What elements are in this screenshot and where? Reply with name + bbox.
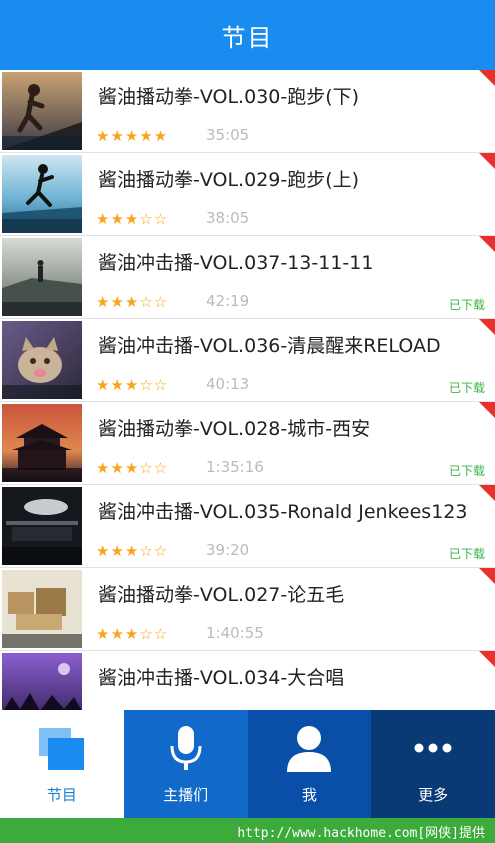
program-title: 酱油播动拳-VOL.028-城市-西安	[98, 418, 371, 440]
rating-stars: ★★★☆☆	[96, 210, 169, 228]
program-title: 酱油播动拳-VOL.029-跑步(上)	[98, 169, 360, 191]
program-title: 酱油冲击播-VOL.037-13-11-11	[98, 252, 374, 274]
downloaded-badge: 已下载	[448, 464, 485, 478]
new-corner-mark	[479, 485, 495, 501]
new-corner-mark	[479, 651, 495, 667]
tab-label: 我	[301, 786, 317, 804]
program-title: 酱油播动拳-VOL.030-跑步(下)	[98, 86, 360, 108]
rating-stars: ★★★☆☆	[96, 293, 169, 311]
tab-label: 节目	[46, 786, 77, 804]
program-title: 酱油冲击播-VOL.034-大合唱	[98, 667, 345, 689]
tab-label: 更多	[418, 786, 449, 804]
tab-label: 主播们	[163, 786, 209, 804]
list-item[interactable]: 酱油冲击播-VOL.035-Ronald Jenkees123 ★★★☆☆ 39…	[0, 485, 495, 568]
tab-more[interactable]: 更多	[371, 710, 495, 818]
list-item[interactable]: 酱油冲击播-VOL.036-清晨醒来RELOAD ★★★☆☆ 40:13 已下载	[0, 319, 495, 402]
programs-icon	[36, 724, 88, 778]
downloaded-badge: 已下载	[448, 381, 485, 395]
page-title: 节目	[221, 23, 274, 52]
program-duration: 40:13	[206, 375, 250, 393]
program-thumbnail	[2, 487, 82, 565]
person-icon	[285, 724, 333, 778]
program-duration: 1:40:55	[206, 624, 264, 642]
list-item[interactable]: 酱油冲击播-VOL.034-大合唱 ★★★☆☆	[0, 651, 495, 710]
new-corner-mark	[479, 568, 495, 584]
tab-programs[interactable]: 节目	[0, 710, 124, 818]
app-header: 节目	[0, 0, 495, 70]
list-item[interactable]: 酱油播动拳-VOL.030-跑步(下) ★★★★★ 35:05	[0, 70, 495, 153]
watermark-url: http://www.hackhome.com[网侠]提供	[237, 826, 485, 841]
downloaded-badge: 已下载	[448, 547, 485, 561]
program-thumbnail	[2, 321, 82, 399]
program-list[interactable]: 酱油播动拳-VOL.030-跑步(下) ★★★★★ 35:05 酱油播动拳-VO…	[0, 70, 495, 710]
tab-me[interactable]: 我	[247, 710, 372, 818]
new-corner-mark	[479, 319, 495, 335]
list-item[interactable]: 酱油冲击播-VOL.037-13-11-11 ★★★☆☆ 42:19 已下载	[0, 236, 495, 319]
program-thumbnail	[2, 72, 82, 150]
program-thumbnail	[2, 570, 82, 648]
new-corner-mark	[479, 402, 495, 418]
program-thumbnail	[2, 238, 82, 316]
program-title: 酱油冲击播-VOL.036-清晨醒来RELOAD	[98, 335, 441, 357]
program-title: 酱油播动拳-VOL.027-论五毛	[98, 584, 345, 606]
program-duration: 1:35:16	[206, 458, 264, 476]
program-duration: 35:05	[206, 126, 250, 144]
list-item[interactable]: 酱油播动拳-VOL.028-城市-西安 ★★★☆☆ 1:35:16 已下载	[0, 402, 495, 485]
new-corner-mark	[479, 153, 495, 169]
list-item[interactable]: 酱油播动拳-VOL.027-论五毛 ★★★☆☆ 1:40:55	[0, 568, 495, 651]
rating-stars: ★★★☆☆	[96, 376, 169, 394]
program-thumbnail	[2, 155, 82, 233]
program-duration: 42:19	[206, 292, 250, 310]
downloaded-badge: 已下载	[448, 298, 485, 312]
program-thumbnail	[2, 653, 82, 710]
bottom-tab-bar: 节目 主播们 我 更多	[0, 710, 495, 818]
more-icon	[409, 724, 457, 778]
program-duration: 39:20	[206, 541, 250, 559]
rating-stars: ★★★★★	[96, 127, 169, 145]
new-corner-mark	[479, 236, 495, 252]
rating-stars: ★★★☆☆	[96, 459, 169, 477]
list-item[interactable]: 酱油播动拳-VOL.029-跑步(上) ★★★☆☆ 38:05	[0, 153, 495, 236]
rating-stars: ★★★☆☆	[96, 542, 169, 560]
watermark-bar: http://www.hackhome.com[网侠]提供	[0, 818, 495, 843]
rating-stars: ★★★☆☆	[96, 625, 169, 643]
program-thumbnail	[2, 404, 82, 482]
new-corner-mark	[479, 70, 495, 86]
program-title: 酱油冲击播-VOL.035-Ronald Jenkees123	[98, 501, 468, 523]
microphone-icon	[166, 724, 206, 780]
program-duration: 38:05	[206, 209, 250, 227]
tab-hosts[interactable]: 主播们	[123, 710, 248, 818]
